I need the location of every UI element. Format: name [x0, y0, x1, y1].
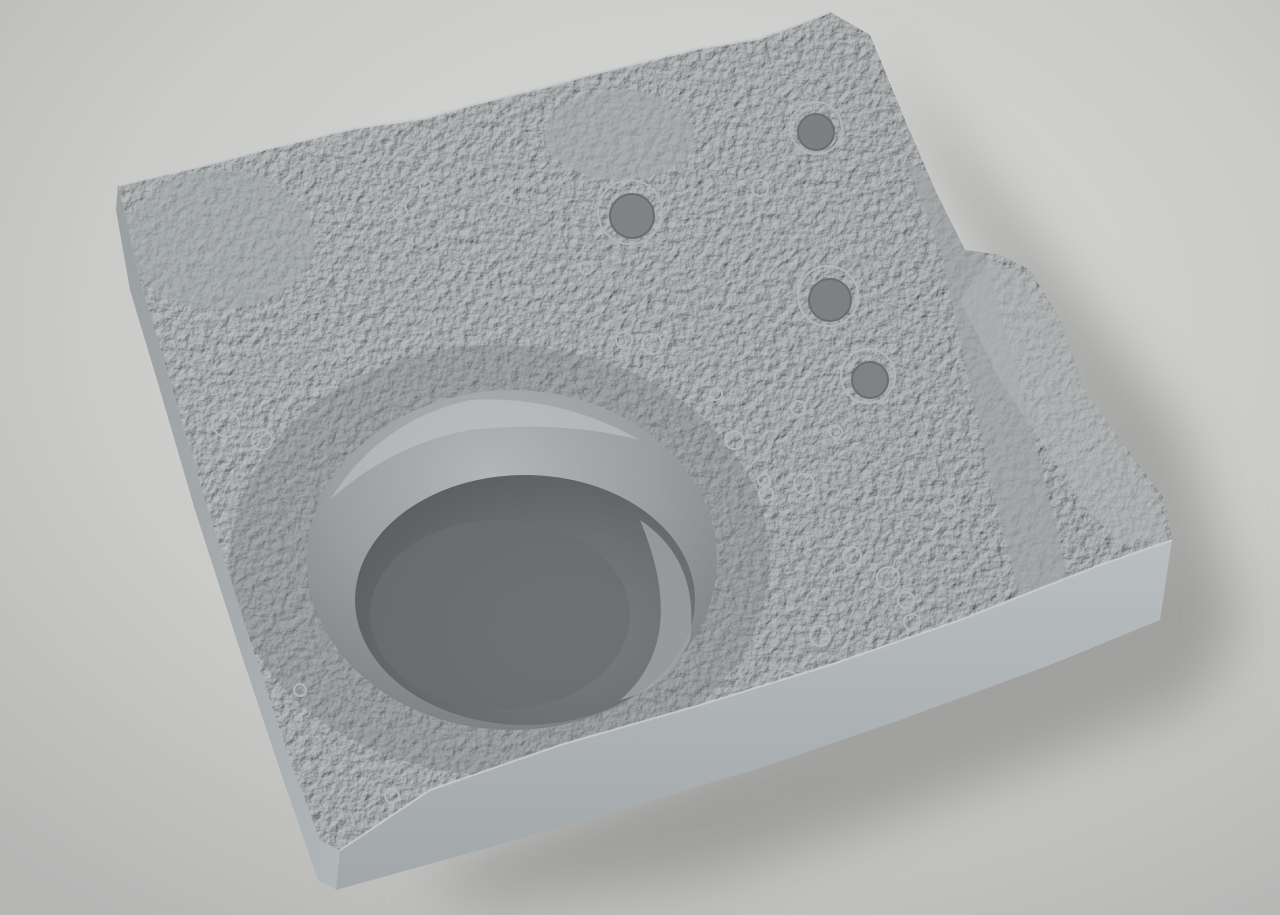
smooth-plain-upper-left [125, 170, 315, 310]
smooth-plain-upper-center [545, 90, 695, 180]
main-crater [307, 390, 717, 730]
terrain-relief-scene [0, 0, 1280, 915]
